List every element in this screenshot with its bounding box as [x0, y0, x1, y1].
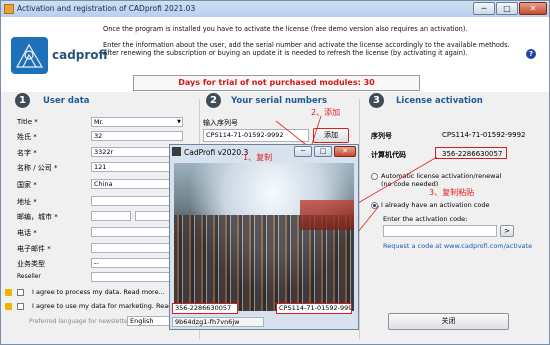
keygen-minimize-button[interactable]: ─ [294, 146, 312, 157]
activation-window: Activation and registration of CADprofi … [0, 0, 550, 345]
annotation-copy: 1、复制 [243, 153, 273, 162]
keygen-serial-field[interactable]: CPS114-71-01592-9992 [276, 303, 352, 314]
keygen-machine-field[interactable]: 356-2286630057 [172, 303, 238, 314]
keygen-close-button[interactable]: ✕ [334, 146, 356, 157]
keygen-window: CadProfi v2020.3 1、复制 ─ □ ✕ 356-22866300… [169, 144, 359, 330]
keygen-code-field[interactable]: 9b64dzg1-fh7vn6jw [172, 317, 264, 327]
keygen-app-icon [172, 147, 181, 156]
keygen-title: CadProfi v2020.3 [184, 148, 249, 157]
keygen-maximize-button[interactable]: □ [314, 146, 332, 157]
photo-banner [300, 200, 354, 230]
